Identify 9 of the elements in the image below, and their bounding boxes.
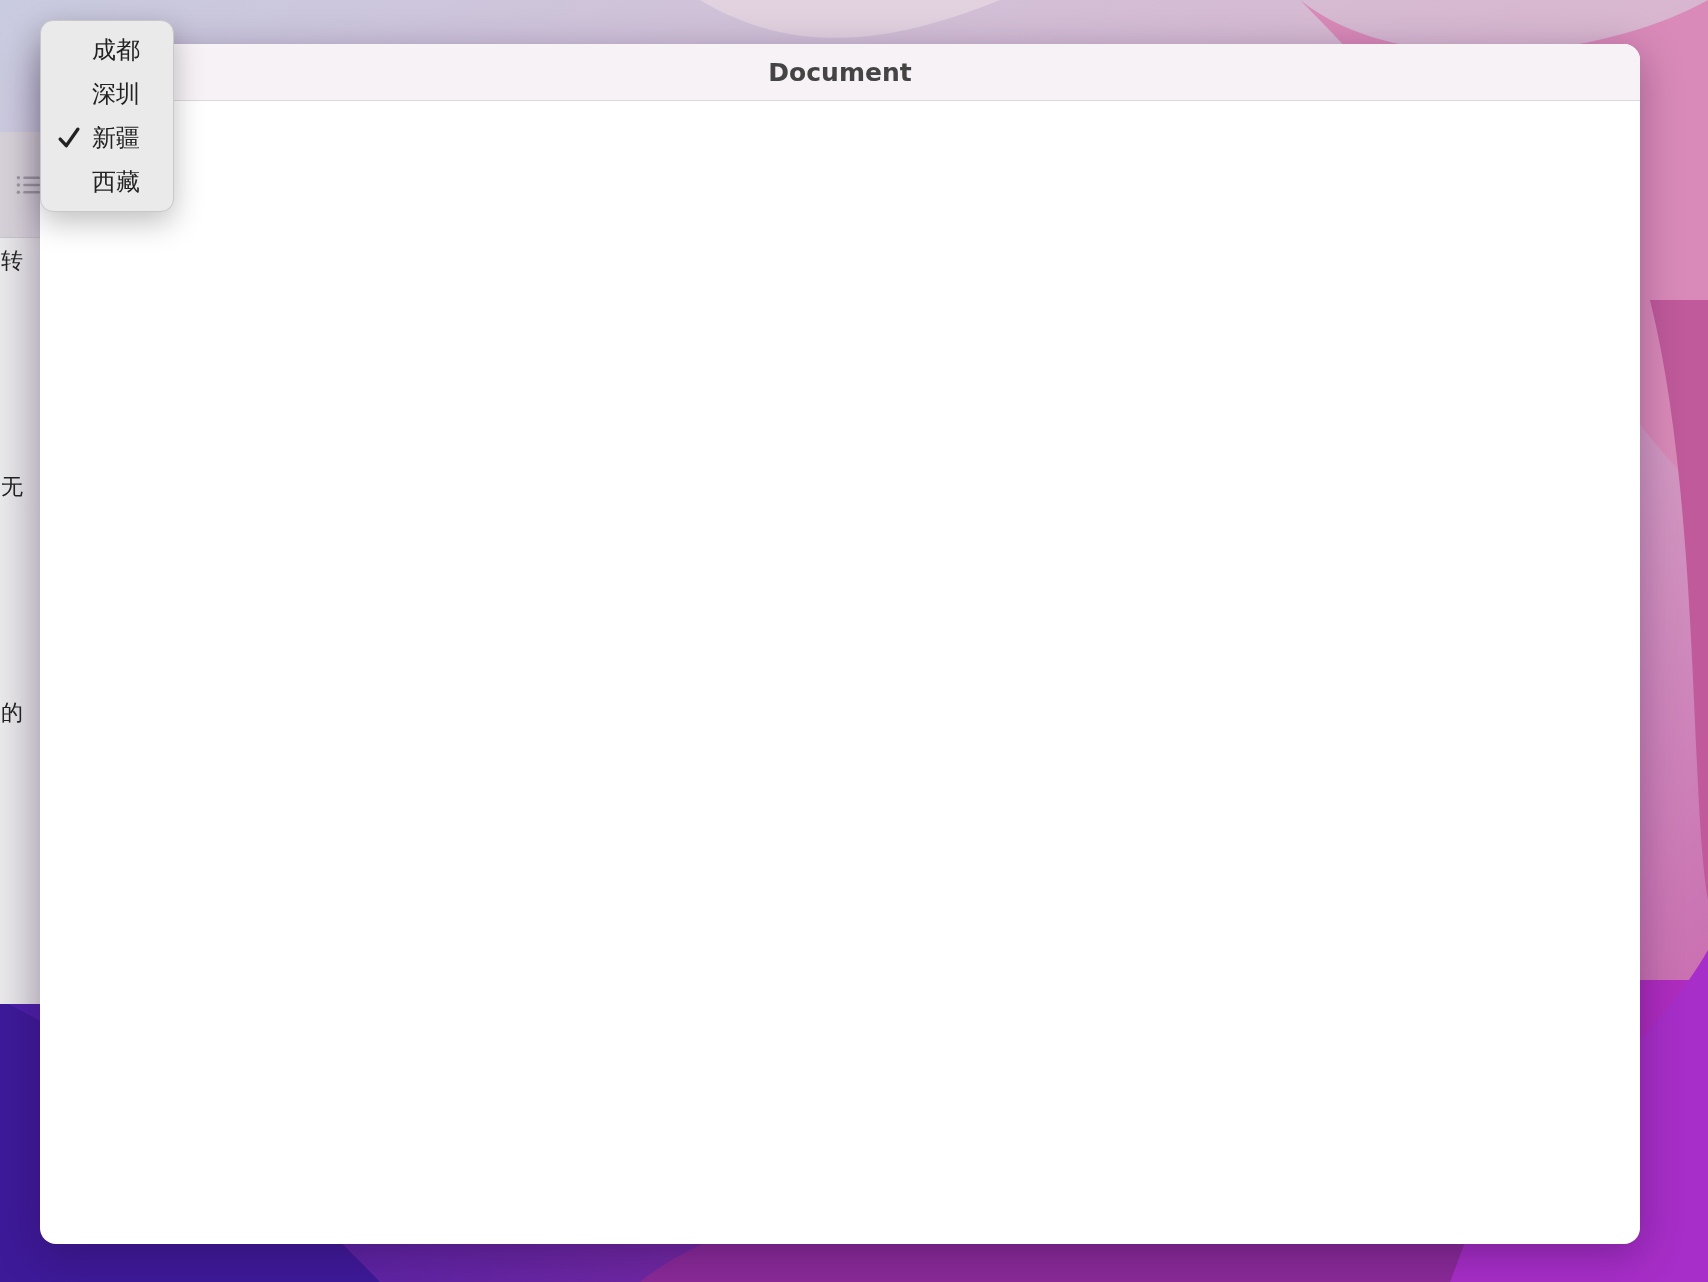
menu-item[interactable]: 成都 (41, 33, 173, 67)
checkmark-icon (58, 127, 80, 149)
text-fragment: 转 (1, 248, 23, 274)
menu-item[interactable]: 西藏 (41, 165, 173, 199)
text-fragment: 无 (1, 474, 23, 500)
menu-item[interactable]: 深圳 (41, 77, 173, 111)
text-fragment: 的 (1, 700, 23, 726)
window-title: Document (768, 57, 912, 87)
menu-item[interactable]: 新疆 (41, 121, 173, 155)
